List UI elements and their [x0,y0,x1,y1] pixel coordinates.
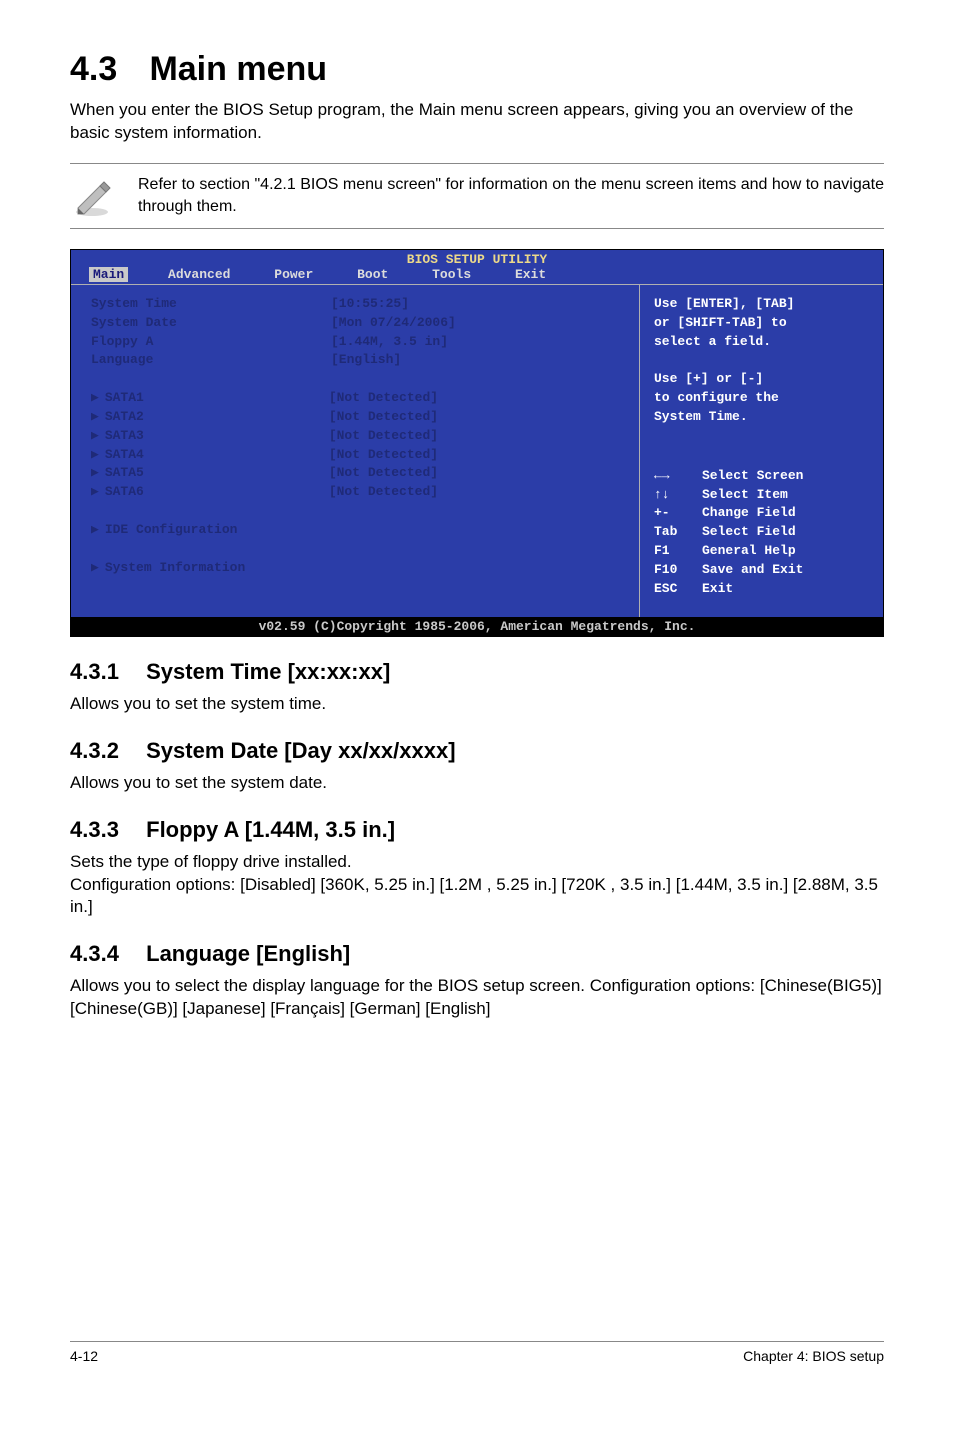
triangle-icon: ▶ [91,428,99,443]
sata-value: [Not Detected] [329,390,438,405]
sata-value: [Not Detected] [329,484,438,499]
subsection-body: Allows you to set the system date. [70,772,884,795]
field-label[interactable]: System Date [91,314,331,333]
subsection-title: Floppy A [1.44M, 3.5 in.] [146,817,395,842]
legend-key: +- [654,504,702,523]
sata-value: [Not Detected] [329,447,438,462]
bios-tab-main[interactable]: Main [89,267,128,282]
sata-label[interactable]: SATA3 [105,427,329,446]
field-value[interactable]: [1.44M, 3.5 in] [331,334,448,349]
section-heading: 4.3 Main menu [70,50,884,89]
bios-tab-boot[interactable]: Boot [353,267,392,282]
bios-main-panel: System Time[10:55:25] System Date[Mon 07… [71,285,640,617]
field-label[interactable]: Language [91,351,331,370]
subsection-heading: 4.3.2 System Date [Day xx/xx/xxxx] [70,738,884,764]
subsection-heading: 4.3.4 Language [English] [70,941,884,967]
section-intro: When you enter the BIOS Setup program, t… [70,99,884,145]
sata-value: [Not Detected] [329,409,438,424]
sata-label[interactable]: SATA1 [105,389,329,408]
triangle-icon: ▶ [91,465,99,480]
sata-label[interactable]: SATA4 [105,446,329,465]
page-footer: 4-12 Chapter 4: BIOS setup [70,1341,884,1364]
section-title-text: Main menu [149,50,327,88]
subsection-title: Language [English] [146,941,350,966]
triangle-icon: ▶ [91,390,99,405]
subsection-number: 4.3.3 [70,817,140,843]
triangle-icon: ▶ [91,560,99,575]
subsection-body: Allows you to select the display languag… [70,975,884,1021]
sata-label[interactable]: SATA2 [105,408,329,427]
bios-header: BIOS SETUP UTILITY [71,250,883,267]
bios-help-panel: Use [ENTER], [TAB] or [SHIFT-TAB] to sel… [640,285,883,617]
triangle-icon: ▶ [91,409,99,424]
section-number: 4.3 [70,50,140,89]
subsection-title: System Date [Day xx/xx/xxxx] [146,738,455,763]
legend-desc: Select Field [702,523,796,542]
legend-key: F1 [654,542,702,561]
legend-desc: Exit [702,580,733,599]
legend-key: F10 [654,561,702,580]
field-value[interactable]: [10:55:25] [331,296,409,311]
bios-footer: v02.59 (C)Copyright 1985-2006, American … [71,617,883,636]
sata-label[interactable]: SATA5 [105,464,329,483]
field-label[interactable]: System Time [91,295,331,314]
bios-tab-power[interactable]: Power [270,267,317,282]
legend-key: Tab [654,523,702,542]
subsection-number: 4.3.1 [70,659,140,685]
legend-desc: Change Field [702,504,796,523]
legend-desc: Save and Exit [702,561,803,580]
legend-key: ←→ [654,467,702,486]
triangle-icon: ▶ [91,484,99,499]
subsection-number: 4.3.2 [70,738,140,764]
subsection-heading: 4.3.3 Floppy A [1.44M, 3.5 in.] [70,817,884,843]
triangle-icon: ▶ [91,522,99,537]
field-value[interactable]: [Mon 07/24/2006] [331,315,456,330]
legend-desc: Select Screen [702,467,803,486]
bios-help-text: Use [ENTER], [TAB] or [SHIFT-TAB] to sel… [654,295,869,427]
note-box: Refer to section "4.2.1 BIOS menu screen… [70,163,884,229]
subsection-body: Sets the type of floppy drive installed.… [70,851,884,920]
pencil-icon [70,174,114,218]
submenu-sysinfo[interactable]: System Information [105,560,245,575]
bios-tab-tools[interactable]: Tools [428,267,475,282]
legend-key: ↑↓ [654,486,702,505]
legend-desc: Select Item [702,486,788,505]
bios-tab-exit[interactable]: Exit [511,267,550,282]
legend-key: ESC [654,580,702,599]
bios-tab-advanced[interactable]: Advanced [164,267,234,282]
sata-value: [Not Detected] [329,428,438,443]
sata-value: [Not Detected] [329,465,438,480]
submenu-ide[interactable]: IDE Configuration [105,522,238,537]
subsection-number: 4.3.4 [70,941,140,967]
field-value[interactable]: [English] [331,352,401,367]
subsection-heading: 4.3.1 System Time [xx:xx:xx] [70,659,884,685]
bios-screen: BIOS SETUP UTILITY Main Advanced Power B… [70,249,884,637]
bios-tabs: Main Advanced Power Boot Tools Exit [71,267,883,284]
bios-legend: ←→Select Screen ↑↓Select Item +-Change F… [654,467,869,599]
page-number: 4-12 [70,1348,98,1364]
sata-label[interactable]: SATA6 [105,483,329,502]
subsection-title: System Time [xx:xx:xx] [146,659,390,684]
legend-desc: General Help [702,542,796,561]
triangle-icon: ▶ [91,447,99,462]
chapter-label: Chapter 4: BIOS setup [743,1348,884,1364]
field-label[interactable]: Floppy A [91,333,331,352]
note-text: Refer to section "4.2.1 BIOS menu screen… [138,174,884,217]
subsection-body: Allows you to set the system time. [70,693,884,716]
